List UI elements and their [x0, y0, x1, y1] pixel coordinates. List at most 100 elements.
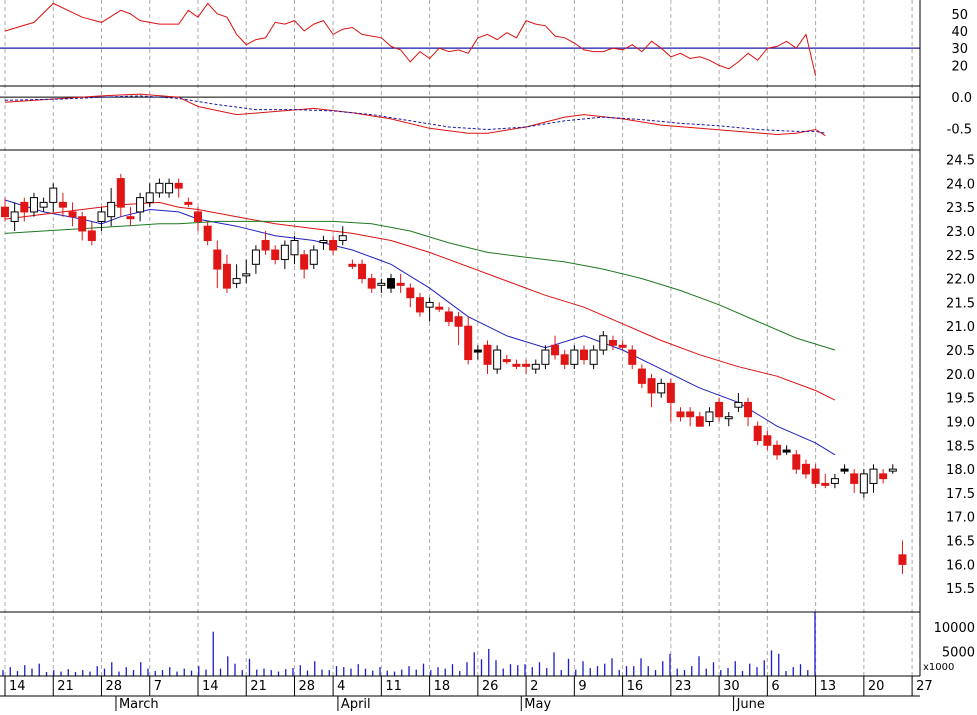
candle-body: [850, 473, 859, 484]
candle-body: [821, 482, 830, 486]
candle-body: [280, 244, 289, 261]
candle-body: [155, 182, 164, 194]
candle-body: [165, 182, 174, 194]
price-tick-label-10: 20.5: [946, 344, 975, 359]
price-tick-label-0: 15.5: [946, 582, 975, 597]
candle-body: [512, 363, 521, 367]
candle-body: [87, 230, 96, 241]
candle-body: [444, 311, 453, 322]
candle-body: [20, 201, 29, 213]
candle-body: [522, 363, 531, 367]
candle-body: [734, 401, 743, 408]
candle-body: [589, 349, 598, 365]
candle-body: [666, 382, 675, 403]
candle-body: [580, 349, 588, 361]
candle-body: [599, 335, 608, 351]
candle-body: [753, 425, 762, 442]
oscillator-tick-label-0: 20: [951, 59, 968, 74]
price-tick-label-15: 23.0: [946, 225, 975, 240]
candle-body: [493, 349, 502, 370]
oscillator-tick-label-2: 40: [951, 25, 968, 40]
candle-body: [338, 235, 347, 241]
price-tick-label-4: 17.5: [946, 487, 975, 502]
candle-body: [657, 382, 666, 394]
candle-body: [811, 468, 820, 484]
volume-panel: 5000 10000 x1000: [2, 612, 975, 676]
candle-body: [396, 282, 405, 286]
candle-body: [686, 411, 695, 418]
price-panel: 15.5 16.0 16.5 17.0 17.5 18.0 18.5 19.0 19.5 20.0…: [1, 154, 975, 597]
candle-body: [367, 278, 376, 289]
candle-body: [329, 239, 338, 251]
date-label-17: 13: [820, 679, 837, 694]
candle-body: [676, 411, 685, 418]
price-tick-label-12: 21.5: [946, 296, 975, 311]
candle-body: [483, 344, 492, 365]
candle-body: [763, 435, 772, 446]
price-tick-label-18: 24.5: [946, 154, 975, 169]
candle-body: [637, 368, 646, 384]
date-label-13: 16: [627, 679, 644, 694]
candle-body: [879, 473, 888, 480]
candle-body: [724, 416, 733, 420]
month-label-3: June: [736, 697, 765, 711]
candle-body: [290, 239, 299, 256]
candle-body: [647, 378, 656, 394]
candle-body: [348, 263, 357, 267]
candle-body: [695, 416, 704, 427]
candle-body: [406, 287, 415, 299]
candle-body: [251, 249, 260, 265]
date-label-7: 4: [337, 679, 345, 694]
candle-body: [1, 206, 9, 218]
candle-body: [773, 444, 781, 456]
candle-body: [744, 401, 753, 418]
candle-body: [10, 211, 19, 222]
candle-body: [830, 478, 839, 484]
price-tick-label-17: 24.0: [946, 177, 975, 192]
date-axis: 14 21 28 7 14 21 28 4 11 18 26 2 9 16 23 30 6 13 20 27 March…: [4, 676, 933, 712]
candle-body: [531, 363, 540, 370]
candle-body: [869, 468, 878, 484]
date-label-8: 11: [385, 679, 402, 694]
candle-body: [319, 239, 328, 243]
candle-body: [387, 278, 395, 289]
price-tick-label-13: 22.0: [946, 273, 975, 288]
candle-body: [888, 468, 897, 472]
panel-frames: [0, 0, 921, 697]
date-label-4: 14: [202, 679, 219, 694]
oscillator-tick-label-3: 50: [951, 8, 968, 23]
candle-body: [464, 325, 473, 361]
candle-body: [174, 182, 183, 189]
stock-chart: 20 30 40 50 0.0 -0.5 15.5 16.0 16.5 17.0 17.5 18.…: [0, 0, 977, 712]
month-label-1: April: [341, 697, 371, 711]
candle-body: [242, 273, 251, 277]
candle-body: [358, 263, 367, 280]
candle-body: [78, 216, 87, 232]
candle-body: [618, 344, 627, 348]
date-label-5: 21: [250, 679, 267, 694]
macd-series-0: [4, 93, 826, 137]
candle-body: [213, 249, 222, 270]
date-label-16: 6: [771, 679, 779, 694]
macd-tick-label-0: 0.0: [951, 91, 972, 106]
candle-body: [898, 554, 907, 565]
price-tick-label-8: 19.5: [946, 392, 975, 407]
date-label-11: 2: [530, 679, 538, 694]
date-label-0: 14: [9, 679, 26, 694]
date-label-1: 21: [57, 679, 74, 694]
oscillator-series-0: [4, 2, 817, 76]
candle-body: [502, 359, 511, 363]
candle-body: [473, 349, 482, 353]
candle-body: [184, 201, 193, 205]
date-label-15: 30: [723, 679, 740, 694]
candle-body: [29, 197, 38, 213]
month-label-0: March: [119, 697, 159, 711]
macd-panel: 0.0 -0.5: [0, 91, 972, 137]
date-label-10: 26: [482, 679, 499, 694]
price-tick-label-5: 18.0: [946, 463, 975, 478]
month-label-2: May: [524, 697, 551, 711]
candle-body: [232, 278, 241, 284]
price-tick-label-9: 20.0: [946, 368, 975, 383]
date-label-9: 18: [434, 679, 451, 694]
date-label-18: 20: [868, 679, 885, 694]
